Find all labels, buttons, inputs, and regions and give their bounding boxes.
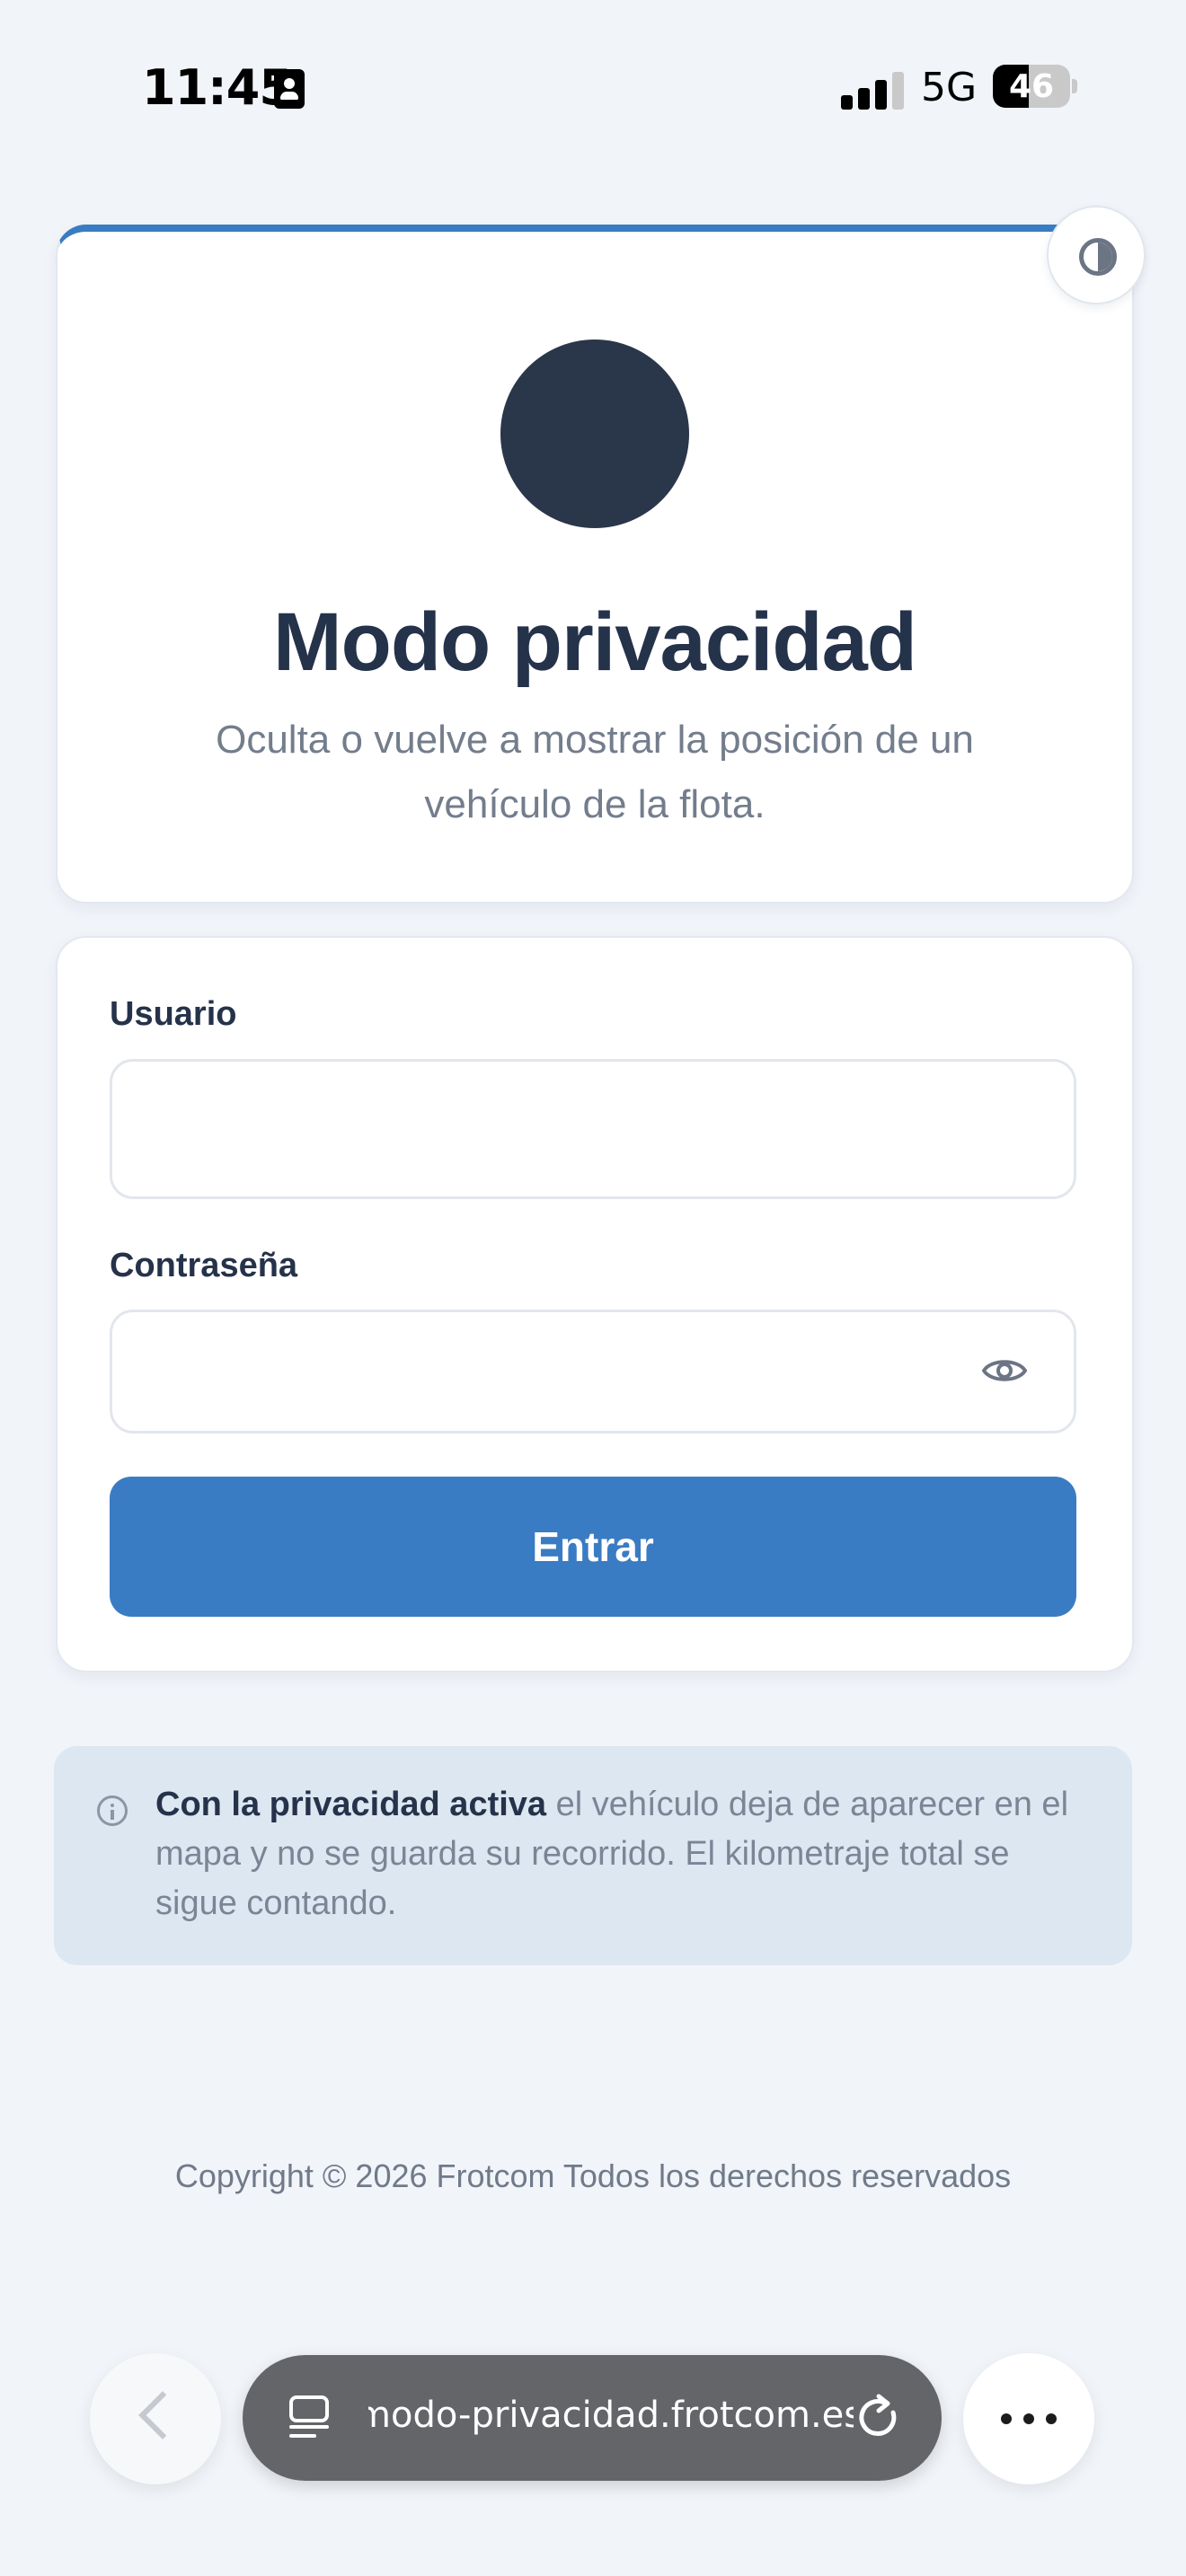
password-label: Contraseña: [110, 1247, 298, 1284]
username-input[interactable]: [110, 1059, 1076, 1199]
tabs-icon[interactable]: [288, 2395, 331, 2441]
info-notice: Con la privacidad activa el vehículo dej…: [54, 1746, 1132, 1965]
url-text: modo-privacidad.frotcom.es: [368, 2395, 854, 2436]
more-dot: [1023, 2413, 1034, 2424]
contrast-icon: [1079, 238, 1117, 276]
login-form-card: Usuario Contraseña Entrar: [56, 936, 1134, 1672]
battery-tip: [1072, 79, 1077, 93]
submit-button[interactable]: Entrar: [110, 1477, 1076, 1617]
more-dot: [1046, 2413, 1057, 2424]
url-clip: modo-privacidad.frotcom.es: [368, 2382, 854, 2454]
more-options-button[interactable]: [963, 2353, 1094, 2484]
logo-avatar: [500, 340, 689, 528]
info-text-bold: Con la privacidad activa: [155, 1786, 547, 1823]
battery-level: 46: [1008, 68, 1055, 105]
chevron-left-icon: [138, 2391, 187, 2439]
cellular-signal-icon: [841, 68, 904, 110]
header-card: Modo privacidad Oculta o vuelve a mostra…: [56, 225, 1134, 904]
info-text: Con la privacidad activa el vehículo dej…: [155, 1780, 1096, 1928]
address-bar[interactable]: modo-privacidad.frotcom.es: [243, 2355, 942, 2481]
copyright-text: Copyright © 2026 Frotcom Todos los derec…: [174, 2157, 1012, 2194]
username-label: Usuario: [110, 995, 237, 1033]
password-input[interactable]: [110, 1310, 1076, 1434]
status-bar: 11:45 5G 46: [0, 0, 1186, 171]
network-type: 5G: [921, 65, 978, 110]
battery-icon: 46: [993, 65, 1070, 108]
contact-card-icon: [274, 69, 305, 109]
info-icon: [97, 1795, 128, 1826]
reload-icon[interactable]: [854, 2391, 904, 2445]
back-button[interactable]: [90, 2353, 221, 2484]
more-dot: [1001, 2413, 1012, 2424]
status-time: 11:45: [142, 59, 293, 116]
eye-icon[interactable]: [982, 1355, 1027, 1386]
theme-toggle-button[interactable]: [1047, 206, 1146, 304]
page-title: Modo privacidad: [273, 596, 917, 688]
page-subtitle: Oculta o vuelve a mostrar la posición de…: [216, 718, 974, 826]
